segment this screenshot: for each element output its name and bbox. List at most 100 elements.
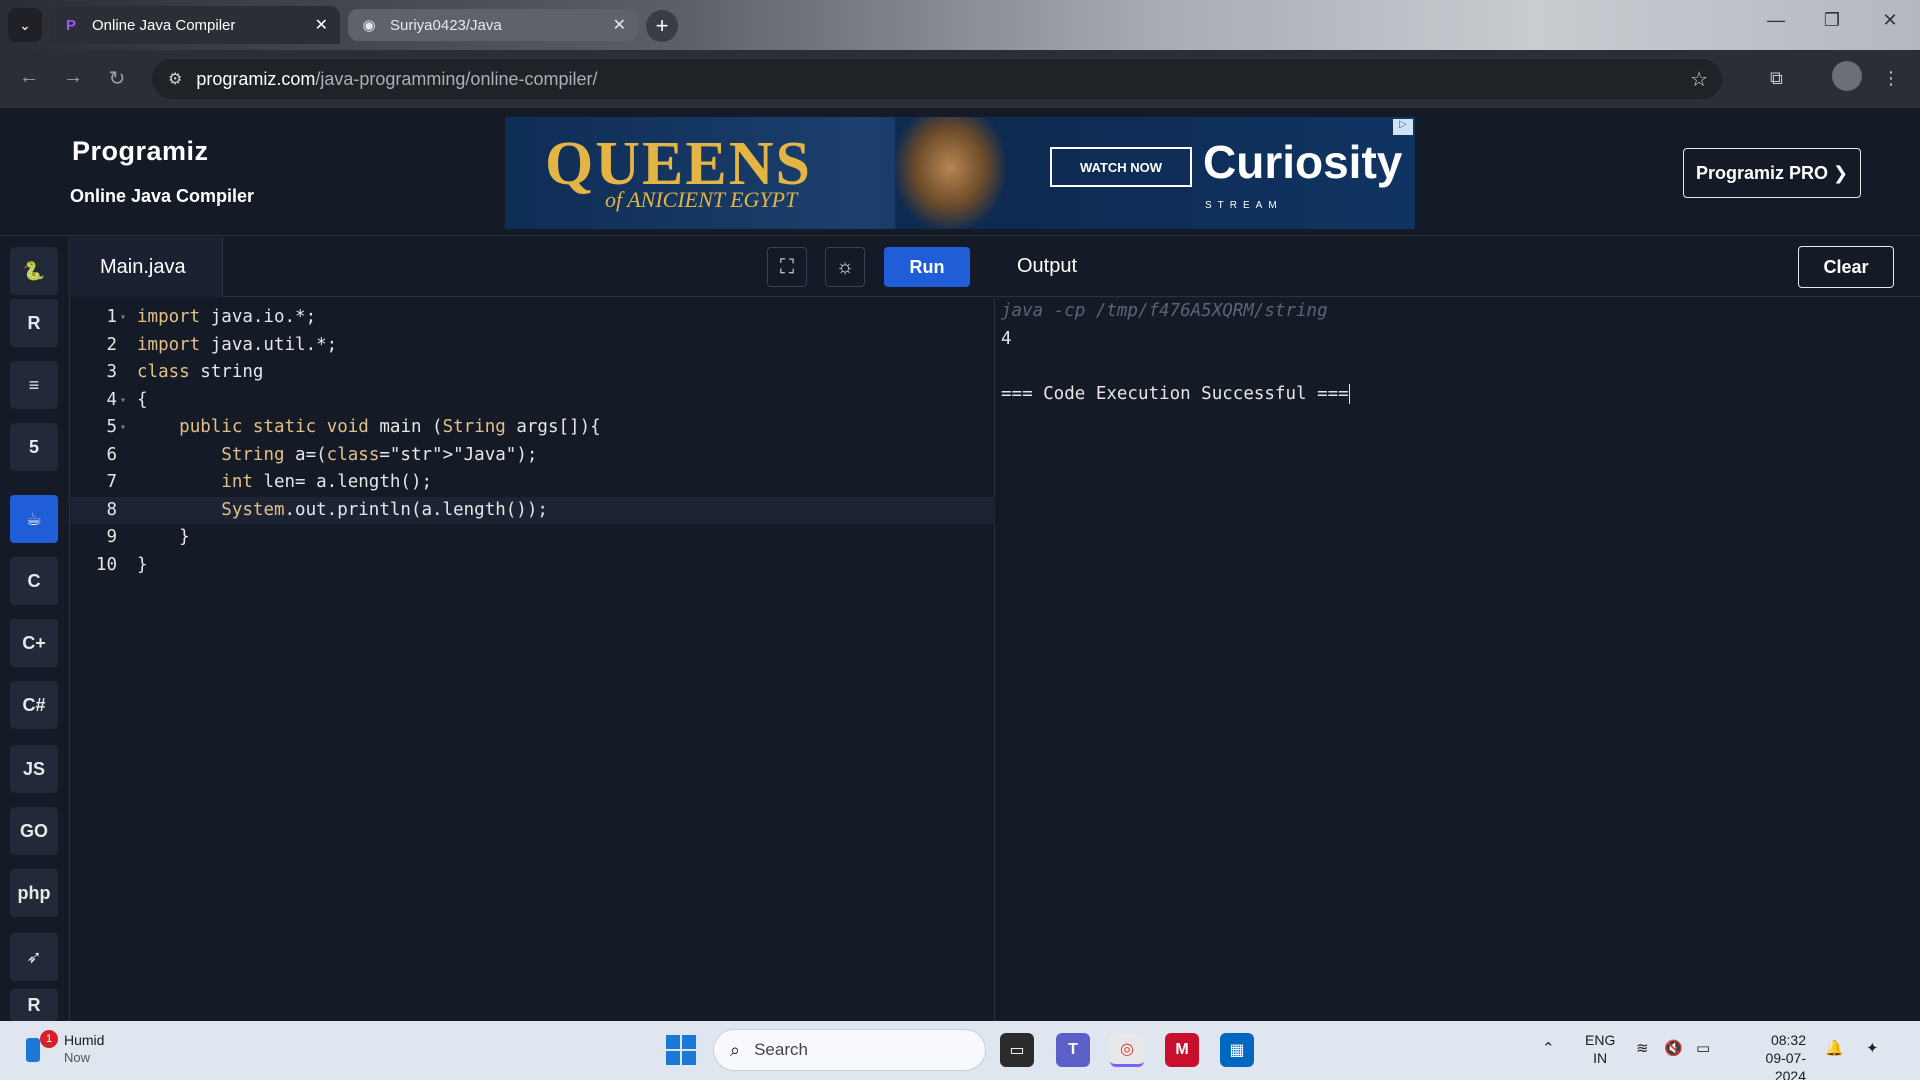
chrome-icon[interactable]: ◎ <box>1110 1033 1144 1067</box>
fullscreen-icon[interactable]: ⛶ <box>767 247 807 287</box>
code-editor[interactable]: 1 ▾ import java.io.*; 2 import java.util.*; 3… <box>71 298 995 1021</box>
taskbar-search[interactable]: ⌕ Search <box>713 1029 986 1071</box>
code-line[interactable]: 2 import java.util.*; <box>71 332 995 360</box>
url-field[interactable]: ⚙ programiz.com/java-programming/online-… <box>152 59 1722 99</box>
close-window-icon[interactable]: ✕ <box>1870 10 1910 31</box>
rust-icon[interactable]: R <box>10 989 58 1021</box>
advertisement-banner[interactable]: QUEENS of ANICIENT EGYPT WATCH NOW Curio… <box>505 117 1415 229</box>
close-tab-icon[interactable]: ✕ <box>613 15 626 35</box>
file-tab-main-java[interactable]: Main.java <box>71 237 223 297</box>
site-info-icon[interactable]: ⚙ <box>168 69 182 89</box>
code-line[interactable]: 1 ▾ import java.io.*; <box>71 304 995 332</box>
java-icon[interactable]: ☕ <box>10 495 58 543</box>
github-favicon-icon: ◉ <box>362 17 376 34</box>
volume-muted-icon[interactable]: 🔇 <box>1664 1039 1683 1057</box>
output-status: === Code Execution Successful === <box>1001 381 1350 409</box>
fold-arrow-icon[interactable]: ▾ <box>120 304 126 332</box>
copilot-icon[interactable]: ✦ <box>1866 1039 1879 1057</box>
output-title: Output <box>1017 255 1078 277</box>
windows-start-icon[interactable] <box>666 1035 696 1065</box>
microsoft-store-icon[interactable]: ▦ <box>1220 1033 1254 1067</box>
clock-time: 08:32 <box>1770 1032 1806 1048</box>
line-number: 3 <box>106 362 117 382</box>
run-button[interactable]: Run <box>884 247 970 287</box>
python-icon[interactable]: 🐍 <box>10 247 58 295</box>
line-number: 6 <box>106 444 117 465</box>
html5-icon[interactable]: 5 <box>10 423 58 471</box>
show-hidden-icons-icon[interactable]: ⌃ <box>1542 1039 1555 1057</box>
language-sidebar: 🐍 R ≡ 5 ☕ C C+ C# JS GO php ➶ R <box>0 237 70 1021</box>
page-title: Online Java Compiler <box>70 186 255 206</box>
search-icon: ⌕ <box>730 1039 741 1060</box>
tab-github-repo[interactable]: ◉ Suriya0423/Java ✕ <box>348 9 638 41</box>
c-icon[interactable]: C <box>10 557 58 605</box>
bookmark-star-icon[interactable]: ☆ <box>1690 67 1708 92</box>
notification-badge: 1 <box>40 1030 58 1048</box>
new-tab-button[interactable]: + <box>646 10 678 42</box>
theme-toggle-icon[interactable]: ☼ <box>825 247 865 287</box>
forward-icon[interactable]: → <box>58 66 88 89</box>
csharp-icon[interactable]: C# <box>10 681 58 729</box>
back-icon[interactable]: ← <box>14 66 44 89</box>
system-clock[interactable]: 08:32 09-07-2024 <box>1736 1031 1806 1080</box>
search-placeholder: Search <box>754 1040 808 1059</box>
extensions-icon[interactable]: ⧉ <box>1770 68 1783 89</box>
swift-icon[interactable]: ➶ <box>10 933 58 981</box>
site-header: Programiz Online Java Compiler QUEENS of… <box>0 108 1920 236</box>
code-text: int len= a.length(); <box>221 472 433 492</box>
notifications-bell-icon[interactable]: 🔔 <box>1825 1039 1844 1057</box>
r-icon[interactable]: R <box>10 299 58 347</box>
tab-title: Suriya0423/Java <box>390 16 502 34</box>
code-line[interactable]: 5 ▾ public static void main (String args[… <box>71 414 995 442</box>
windows-taskbar: 1 Humid Now ⌕ Search ▭ T ◎ M ▦ ⌃ ENG IN … <box>0 1021 1920 1080</box>
code-line[interactable]: 9 } <box>71 524 995 552</box>
code-line[interactable]: 6 String a=(class="str">"Java"); <box>71 442 995 470</box>
code-line[interactable]: 10} <box>71 552 995 580</box>
address-bar-row: ← → ↻ ⚙ programiz.com/java-programming/o… <box>0 50 1920 108</box>
battery-icon[interactable]: ▭ <box>1696 1039 1710 1057</box>
mcafee-icon[interactable]: M <box>1165 1033 1199 1067</box>
tab-online-java-compiler[interactable]: P Online Java Compiler ✕ <box>50 6 340 44</box>
wifi-icon[interactable]: ≋ <box>1636 1039 1649 1057</box>
line-number: 5 <box>106 417 117 437</box>
sql-icon[interactable]: ≡ <box>10 361 58 409</box>
fold-arrow-icon[interactable]: ▾ <box>120 414 126 442</box>
javascript-icon[interactable]: JS <box>10 745 58 793</box>
code-line[interactable]: 7 int len= a.length(); <box>71 469 995 497</box>
code-line[interactable]: 4 ▾ { <box>71 387 995 415</box>
code-text: } <box>137 554 148 575</box>
tab-search-button[interactable]: ⌄ <box>8 8 42 42</box>
minimize-icon[interactable]: — <box>1756 10 1796 31</box>
code-text: class string <box>137 362 264 382</box>
lang-line1: ENG <box>1585 1032 1616 1048</box>
teams-icon[interactable]: T <box>1056 1033 1090 1067</box>
programiz-favicon-icon: P <box>65 16 76 34</box>
code-line[interactable]: 3 class string <box>71 359 995 387</box>
output-toolbar: Output Clear <box>996 237 1920 297</box>
adchoices-icon[interactable]: ▷ <box>1393 119 1413 135</box>
close-tab-icon[interactable]: ✕ <box>315 15 328 35</box>
programiz-pro-button[interactable]: Programiz PRO ❯ <box>1683 148 1861 198</box>
reload-icon[interactable]: ↻ <box>102 66 132 91</box>
restore-icon[interactable]: ❐ <box>1812 10 1852 31</box>
line-number: 7 <box>106 472 117 492</box>
output-console[interactable]: java -cp /tmp/f476A5XQRM/string 4 === Co… <box>996 298 1920 1021</box>
go-icon[interactable]: GO <box>10 807 58 855</box>
task-view-icon[interactable]: ▭ <box>1000 1033 1034 1067</box>
programiz-logo[interactable]: Programiz <box>72 136 209 167</box>
fold-arrow-icon[interactable]: ▾ <box>120 387 126 415</box>
code-line[interactable]: 8 System.out.println(a.length()); <box>71 496 995 524</box>
code-text: public static void main (String args[]){ <box>179 417 601 437</box>
ad-brand-logo: Curiosity <box>1203 136 1403 188</box>
line-number: 10 <box>95 554 117 575</box>
editor-toolbar: Main.java ⛶ ☼ Run <box>71 237 995 297</box>
lang-line2: IN <box>1593 1050 1608 1066</box>
php-icon[interactable]: php <box>10 869 58 917</box>
profile-avatar[interactable] <box>1832 61 1862 91</box>
clear-button[interactable]: Clear <box>1798 246 1894 288</box>
weather-widget[interactable]: 1 Humid Now <box>22 1030 104 1067</box>
ad-watch-now-button[interactable]: WATCH NOW <box>1050 147 1192 187</box>
cpp-icon[interactable]: C+ <box>10 619 58 667</box>
menu-kebab-icon[interactable]: ⋮ <box>1882 68 1900 89</box>
input-language-indicator[interactable]: ENG IN <box>1585 1031 1615 1067</box>
